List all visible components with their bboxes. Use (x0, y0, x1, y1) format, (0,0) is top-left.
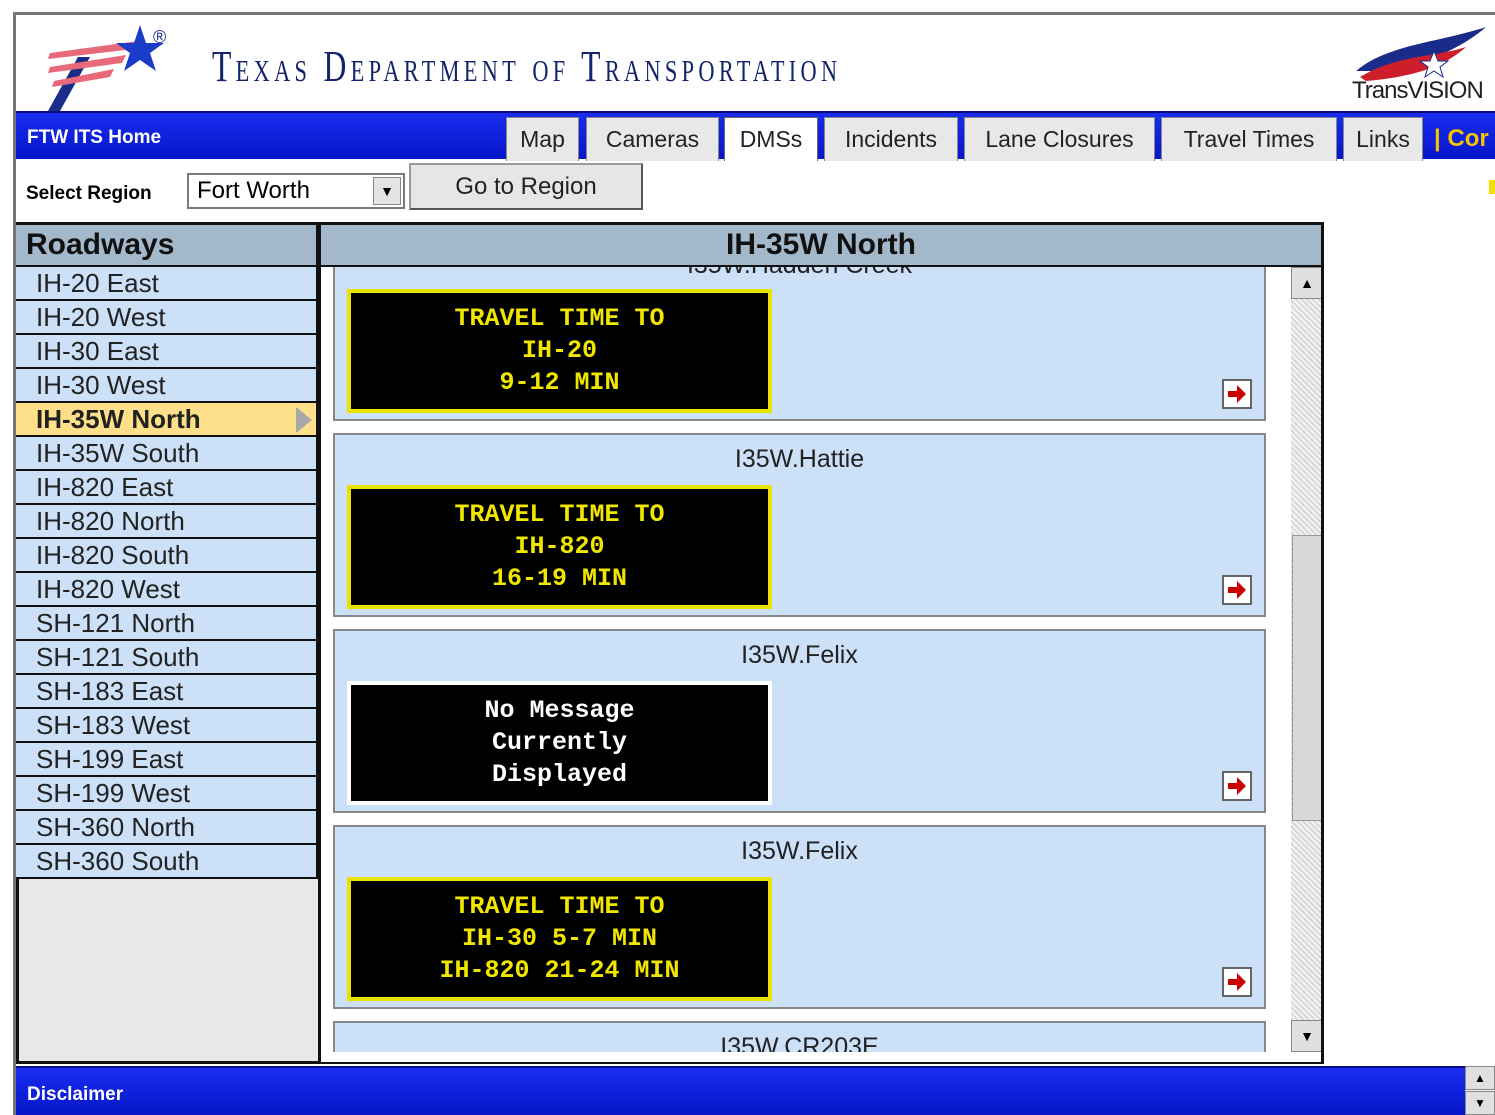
scroll-up-icon[interactable]: ▲ (1291, 267, 1321, 299)
window-top-edge (0, 0, 1495, 12)
roadway-item[interactable]: IH-20 East (16, 267, 318, 301)
roadway-item[interactable]: SH-121 North (16, 607, 318, 641)
chevron-down-icon[interactable]: ▼ (373, 177, 401, 205)
tab-incidents[interactable]: Incidents (824, 117, 958, 161)
dms-line: IH-820 21-24 MIN (439, 956, 680, 985)
tab-lane-closures[interactable]: Lane Closures (964, 117, 1155, 161)
dms-card: I35W.CR203E (333, 1021, 1266, 1052)
roadway-item[interactable]: IH-820 West (16, 573, 318, 607)
dms-card: I35W.Hadden Creek TRAVEL TIME TO IH-20 9… (333, 267, 1266, 421)
page-scroll-up-icon[interactable]: ▲ (1465, 1066, 1495, 1090)
roadways-heading: Roadways (16, 225, 318, 267)
dms-name: I35W.Felix (741, 837, 858, 865)
scroll-thumb[interactable] (1292, 535, 1321, 821)
roadway-item-selected[interactable]: IH-35W North (16, 403, 318, 437)
page-title: Texas Department of Transportation (212, 42, 842, 91)
tab-cameras[interactable]: Cameras (586, 117, 719, 161)
roadway-item[interactable]: IH-820 North (16, 505, 318, 539)
roadway-item[interactable]: SH-183 West (16, 709, 318, 743)
dms-panel: I35W.Hadden Creek TRAVEL TIME TO IH-20 9… (318, 267, 1321, 1062)
tab-travel-times[interactable]: Travel Times (1161, 117, 1337, 161)
dms-card: I35W.Felix No Message Currently Displaye… (333, 629, 1266, 813)
roadway-item[interactable]: SH-360 North (16, 811, 318, 845)
nav-bar: FTW ITS Home Map Cameras DMSs Incidents … (16, 111, 1495, 161)
selected-arrow-icon (296, 407, 312, 433)
dms-sign: TRAVEL TIME TO IH-20 9-12 MIN (347, 289, 772, 413)
roadway-item[interactable]: IH-30 East (16, 335, 318, 369)
roadway-item[interactable]: IH-20 West (16, 301, 318, 335)
dms-name: I35W.Hadden Creek (335, 267, 1264, 280)
disclaimer-link[interactable]: Disclaimer (27, 1084, 123, 1106)
dms-line: 16-19 MIN (491, 564, 628, 593)
tab-dmss[interactable]: DMSs (724, 117, 818, 161)
dms-sign: TRAVEL TIME TO IH-820 16-19 MIN (347, 485, 772, 609)
dms-line: Displayed (491, 760, 628, 789)
region-select-value: Fort Worth (197, 177, 310, 204)
dms-sign: TRAVEL TIME TO IH-30 5-7 MIN IH-820 21-2… (347, 877, 772, 1001)
page-scrollbar[interactable]: ▲ ▼ (1465, 1066, 1495, 1115)
dms-line: TRAVEL TIME TO (454, 892, 665, 921)
arrow-right-icon[interactable] (1222, 967, 1252, 997)
roadway-item[interactable]: SH-121 South (16, 641, 318, 675)
tab-links[interactable]: Links (1343, 117, 1423, 161)
dms-line: No Message (484, 696, 635, 725)
arrow-right-icon[interactable] (1222, 379, 1252, 409)
scroll-down-icon[interactable]: ▼ (1291, 1020, 1321, 1052)
region-label: Select Region (26, 183, 152, 204)
dms-name: I35W.Hattie (734, 445, 865, 473)
dms-name: I35W.CR203E (720, 1033, 879, 1052)
roadway-item[interactable]: SH-360 South (16, 845, 318, 879)
tab-overflow[interactable]: | Cor (1434, 125, 1489, 153)
go-to-region-button[interactable]: Go to Region (409, 163, 643, 210)
dms-line: IH-30 5-7 MIN (461, 924, 658, 953)
roadway-item[interactable]: IH-35W South (16, 437, 318, 471)
tab-map[interactable]: Map (506, 117, 579, 161)
roadway-item-label: IH-35W North (36, 404, 201, 434)
dms-line: IH-820 (514, 532, 605, 561)
roadway-item[interactable]: SH-183 East (16, 675, 318, 709)
roadway-item[interactable]: IH-820 South (16, 539, 318, 573)
arrow-right-icon[interactable] (1222, 575, 1252, 605)
roadways-list: IH-20 East IH-20 West IH-30 East IH-30 W… (16, 267, 318, 879)
footer-bar: Disclaimer (16, 1066, 1465, 1115)
dms-scroll-area: I35W.Hadden Creek TRAVEL TIME TO IH-20 9… (321, 267, 1291, 1052)
roadway-item[interactable]: SH-199 East (16, 743, 318, 777)
roadway-item[interactable]: SH-199 West (16, 777, 318, 811)
dms-line: TRAVEL TIME TO (454, 304, 665, 333)
section-heading: IH-35W North (318, 225, 1321, 267)
dms-line: 9-12 MIN (499, 368, 620, 397)
arrow-right-icon[interactable] (1222, 771, 1252, 801)
home-link[interactable]: FTW ITS Home (27, 127, 161, 149)
registered-mark: ® (153, 27, 167, 47)
roadway-item[interactable]: IH-820 East (16, 471, 318, 505)
dms-sign: No Message Currently Displayed (347, 681, 772, 805)
dms-scrollbar[interactable]: ▲ ▼ (1291, 267, 1321, 1052)
overflow-marker (1489, 180, 1495, 194)
page-scroll-down-icon[interactable]: ▼ (1465, 1091, 1495, 1115)
dms-name: I35W.Felix (741, 641, 858, 669)
dms-card: I35W.Hattie TRAVEL TIME TO IH-820 16-19 … (333, 433, 1266, 617)
dms-line: TRAVEL TIME TO (454, 500, 665, 529)
site-header: ® Texas Department of Transportation Tra… (16, 15, 1495, 111)
dms-card: I35W.Felix TRAVEL TIME TO IH-30 5-7 MIN … (333, 825, 1266, 1009)
dms-line: Currently (491, 728, 628, 757)
dms-line: IH-20 (521, 336, 597, 365)
transvision-brand: TransVISION (1352, 77, 1484, 104)
roadway-item[interactable]: IH-30 West (16, 369, 318, 403)
region-select[interactable]: Fort Worth ▼ (187, 173, 405, 209)
